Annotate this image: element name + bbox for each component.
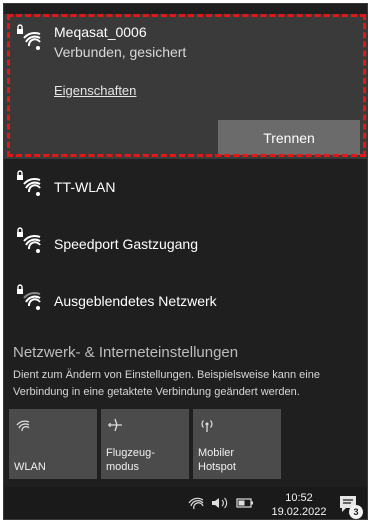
notification-count-badge: 3 — [349, 505, 363, 519]
quick-action-wlan[interactable]: WLAN — [9, 409, 97, 479]
wifi-tray-icon[interactable] — [188, 496, 204, 510]
wifi-secured-icon — [17, 227, 41, 253]
network-name: Ausgeblendetes Netzwerk — [54, 293, 217, 309]
clock-date: 19.02.2022 — [271, 506, 327, 518]
network-item-speedport[interactable]: Speedport Gastzugang — [4, 219, 367, 267]
quick-action-airplane[interactable]: Flugzeug- modus — [101, 409, 189, 479]
properties-link[interactable]: Eigenschaften — [54, 83, 136, 98]
hotspot-icon — [201, 420, 213, 432]
volume-icon[interactable] — [211, 496, 229, 510]
tile-label: Mobiler Hotspot — [198, 447, 236, 473]
network-settings-link[interactable]: Netzwerk- & Interneteinstellungen — [13, 344, 238, 361]
airplane-icon — [108, 418, 122, 432]
clock[interactable]: 10:52 19.02.2022 — [266, 491, 332, 519]
network-flyout: Meqasat_0006 Verbunden, gesichert Eigens… — [3, 3, 368, 520]
taskbar: 10:52 19.02.2022 3 — [4, 487, 367, 519]
connected-network-status: Verbunden, gesichert — [54, 44, 187, 60]
network-name: Speedport Gastzugang — [54, 236, 198, 252]
network-name: TT-WLAN — [54, 179, 116, 195]
connected-network-item[interactable]: Meqasat_0006 Verbunden, gesichert Eigens… — [4, 14, 367, 159]
wifi-secured-icon — [17, 170, 41, 196]
clock-time: 10:52 — [285, 492, 313, 504]
wifi-secured-icon — [17, 284, 41, 310]
wifi-icon — [16, 420, 30, 432]
network-item-hidden[interactable]: Ausgeblendetes Netzwerk — [4, 276, 367, 324]
disconnect-button[interactable]: Trennen — [218, 120, 360, 155]
wifi-secured-icon — [17, 24, 41, 50]
tile-label: WLAN — [14, 461, 46, 473]
network-settings-description: Dient zum Ändern von Einstellungen. Beis… — [13, 369, 320, 398]
network-item-tt-wlan[interactable]: TT-WLAN — [4, 162, 367, 210]
battery-icon[interactable] — [236, 496, 254, 510]
quick-action-hotspot[interactable]: Mobiler Hotspot — [193, 409, 281, 479]
tile-label: Flugzeug- modus — [106, 447, 155, 473]
connected-network-name: Meqasat_0006 — [54, 24, 147, 40]
